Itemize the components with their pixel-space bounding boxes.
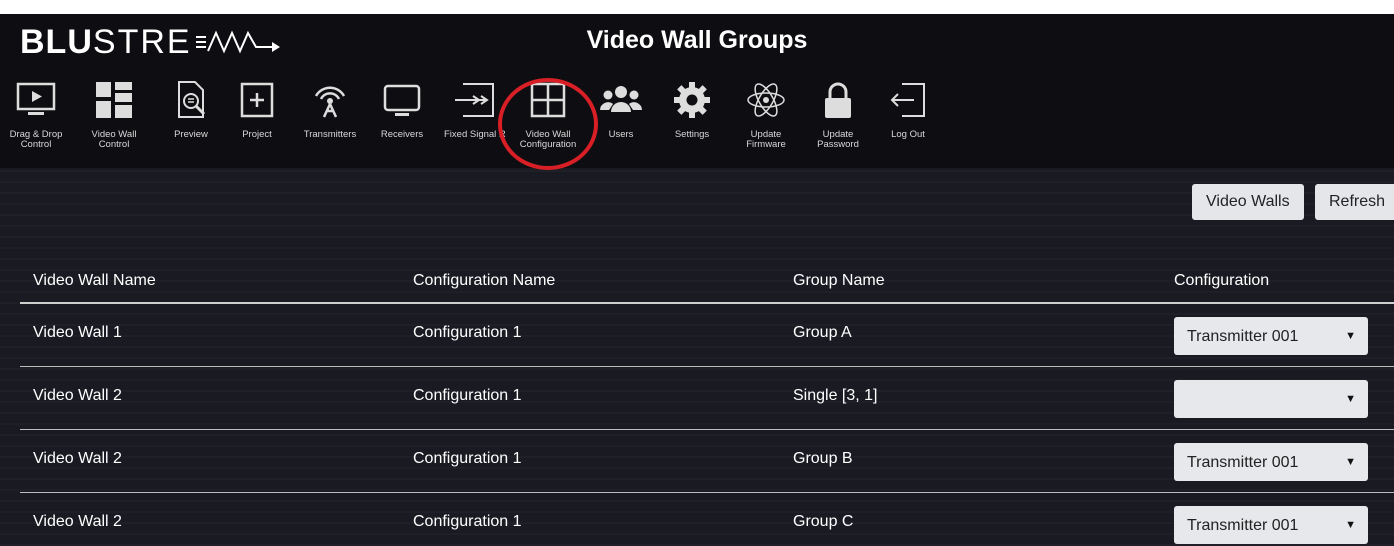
toolbar-log-out[interactable]: Log Out xyxy=(875,76,941,166)
header-bar: BLUSTRE Video Wall Groups xyxy=(0,14,1394,68)
column-header-configuration-name: Configuration Name xyxy=(413,272,556,289)
tv-monitor-icon xyxy=(379,76,425,124)
toolbar-preview[interactable]: Preview xyxy=(158,76,224,166)
toolbar-update-password[interactable]: Update Password xyxy=(805,76,871,166)
table-row: Video Wall 1 Configuration 1 Group A Tra… xyxy=(20,304,1394,367)
video-wall-grid-icon xyxy=(91,76,137,124)
table-header: Video Wall Name Configuration Name Group… xyxy=(20,254,1394,304)
toolbar-video-wall-control[interactable]: Video Wall Control xyxy=(81,76,147,166)
video-walls-button[interactable]: Video Walls xyxy=(1192,184,1304,220)
toolbar-drag-drop-control[interactable]: Drag & Drop Control xyxy=(3,76,69,166)
dropdown-arrow-icon: ▼ xyxy=(1345,456,1356,468)
group-name-cell: Group B xyxy=(793,450,853,467)
column-header-video-wall-name: Video Wall Name xyxy=(33,272,156,289)
dropdown-arrow-icon: ▼ xyxy=(1345,519,1356,531)
routing-arrows-icon xyxy=(452,76,498,124)
monitor-play-icon xyxy=(13,76,59,124)
page-title: Video Wall Groups xyxy=(586,26,808,54)
column-header-group-name: Group Name xyxy=(793,272,885,289)
atom-icon xyxy=(743,76,789,124)
configuration-select[interactable]: Transmitter 001 ▼ xyxy=(1174,443,1368,481)
preview-document-icon xyxy=(168,76,214,124)
configuration-name-cell: Configuration 1 xyxy=(413,513,522,530)
dropdown-arrow-icon: ▼ xyxy=(1345,393,1356,405)
configuration-select-value: Transmitter 001 xyxy=(1187,517,1299,534)
toolbar-receivers[interactable]: Receivers xyxy=(369,76,435,166)
toolbar-transmitters[interactable]: Transmitters xyxy=(297,76,363,166)
toolbar-settings[interactable]: Settings xyxy=(659,76,725,166)
video-wall-name-cell: Video Wall 1 xyxy=(33,324,122,341)
main-content: Video Walls Refresh Video Wall Name Conf… xyxy=(0,168,1394,546)
toolbar-video-wall-configuration[interactable]: Video Wall Configuration xyxy=(515,76,581,166)
column-header-configuration: Configuration xyxy=(1174,272,1270,289)
configuration-select[interactable]: ▼ xyxy=(1174,380,1368,418)
video-wall-name-cell: Video Wall 2 xyxy=(33,387,122,404)
configuration-name-cell: Configuration 1 xyxy=(413,387,522,404)
group-name-cell: Single [3, 1] xyxy=(793,387,878,404)
toolbar-project[interactable]: Project xyxy=(224,76,290,166)
group-name-cell: Group A xyxy=(793,324,852,341)
configuration-name-cell: Configuration 1 xyxy=(413,324,522,341)
project-plus-icon xyxy=(234,76,280,124)
table-row: Video Wall 2 Configuration 1 Group C Tra… xyxy=(20,493,1394,546)
configuration-name-cell: Configuration 1 xyxy=(413,450,522,467)
refresh-button[interactable]: Refresh xyxy=(1315,184,1394,220)
main-toolbar: Drag & Drop Control Video Wall Control P… xyxy=(0,68,1394,168)
group-name-cell: Group C xyxy=(793,513,854,530)
table-row: Video Wall 2 Configuration 1 Single [3, … xyxy=(20,367,1394,430)
configuration-select-value: Transmitter 001 xyxy=(1187,328,1299,345)
video-wall-name-cell: Video Wall 2 xyxy=(33,513,122,530)
app-window: BLUSTRE Video Wall Groups Drag & Drop Co… xyxy=(0,14,1394,546)
users-icon xyxy=(598,76,644,124)
toolbar-update-firmware[interactable]: Update Firmware xyxy=(733,76,799,166)
configuration-select[interactable]: Transmitter 001 ▼ xyxy=(1174,317,1368,355)
table-row: Video Wall 2 Configuration 1 Group B Tra… xyxy=(20,430,1394,493)
configuration-select[interactable]: Transmitter 001 ▼ xyxy=(1174,506,1368,544)
video-wall-groups-table: Video Wall Name Configuration Name Group… xyxy=(20,254,1394,546)
toolbar-users[interactable]: Users xyxy=(588,76,654,166)
dropdown-arrow-icon: ▼ xyxy=(1345,330,1356,342)
toolbar-fixed-signal-routing[interactable]: Fixed Signal Routing xyxy=(442,76,508,166)
logout-icon xyxy=(885,76,931,124)
gear-icon xyxy=(669,76,715,124)
lock-icon xyxy=(815,76,861,124)
grid-config-icon xyxy=(525,76,571,124)
video-wall-name-cell: Video Wall 2 xyxy=(33,450,122,467)
configuration-select-value: Transmitter 001 xyxy=(1187,454,1299,471)
broadcast-tower-icon xyxy=(307,76,353,124)
